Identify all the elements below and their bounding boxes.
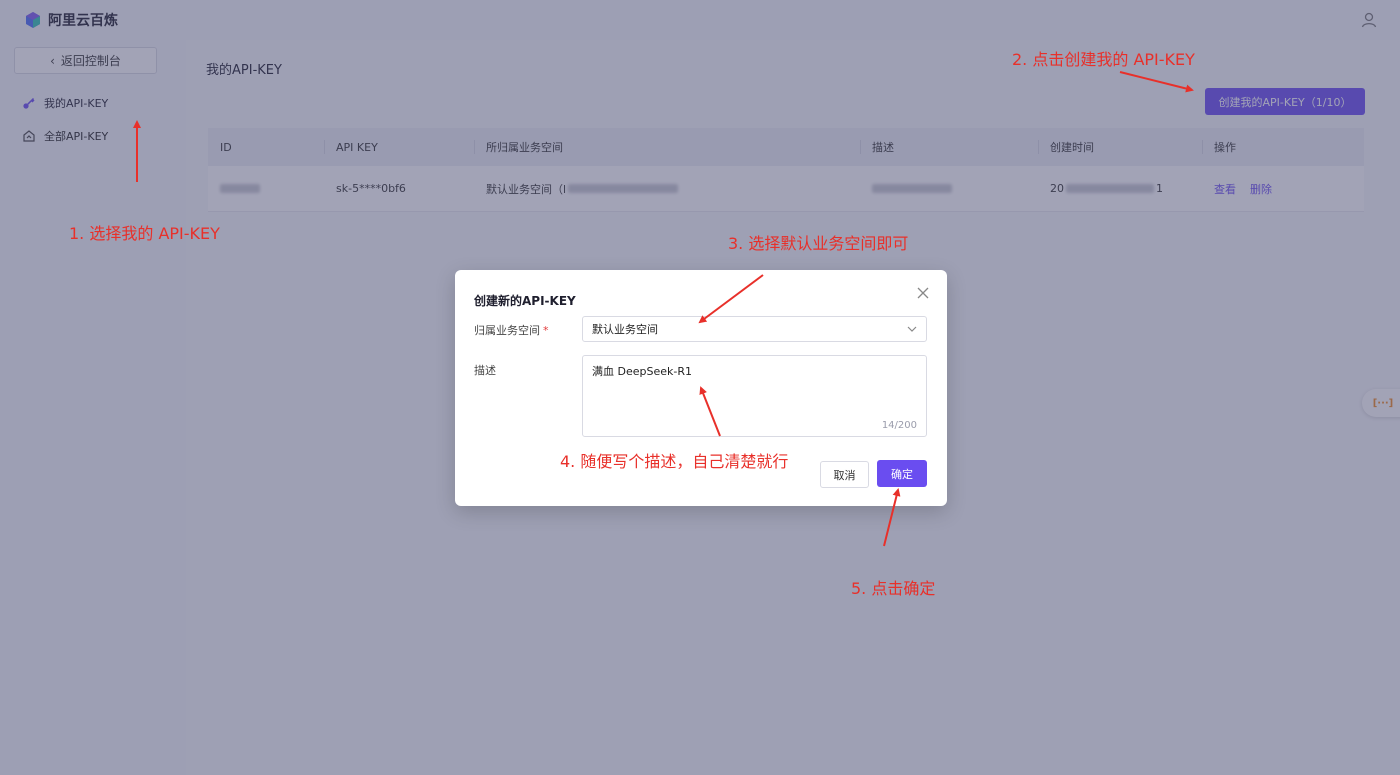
description-label: 描述 [474,364,496,377]
annotation-step5: 5. 点击确定 [851,579,936,598]
character-counter: 14/200 [881,420,917,431]
workspace-select-value: 默认业务空间 [592,323,658,336]
annotation-step1: 1. 选择我的 API-KEY [69,224,220,243]
cancel-button[interactable]: 取消 [820,461,869,488]
annotation-step3: 3. 选择默认业务空间即可 [728,234,909,253]
workspace-select[interactable]: 默认业务空间 [582,316,927,342]
description-textarea[interactable]: 满血 DeepSeek-R1 14/200 [582,355,927,437]
dialog-title: 创建新的API-KEY [474,294,576,308]
workspace-label-text: 归属业务空间 [474,324,540,337]
confirm-button[interactable]: 确定 [877,460,927,487]
annotation-step2: 2. 点击创建我的 API-KEY [1012,50,1195,69]
annotation-step4: 4. 随便写个描述，自己清楚就行 [560,452,789,471]
required-mark: * [543,324,549,337]
description-value: 满血 DeepSeek-R1 [592,365,692,378]
close-icon[interactable] [915,285,931,301]
workspace-label: 归属业务空间 * [474,322,549,338]
chevron-down-icon [907,326,917,332]
